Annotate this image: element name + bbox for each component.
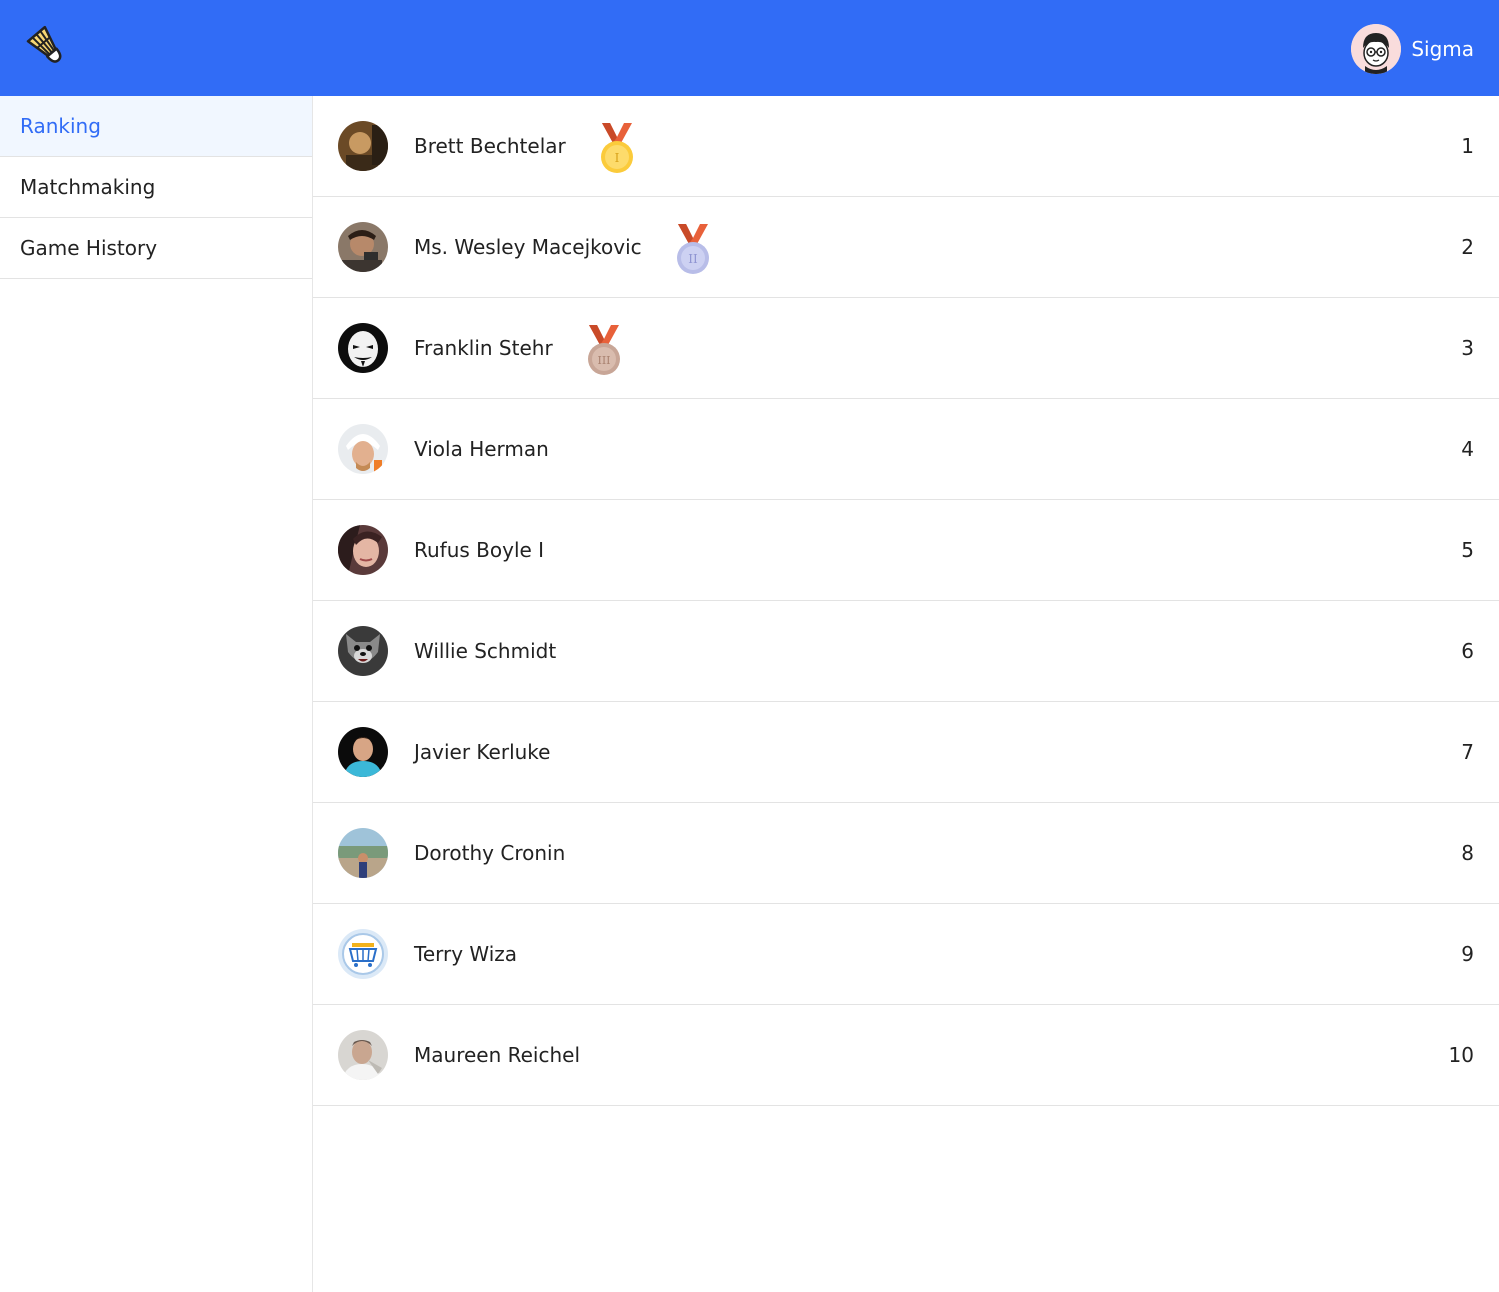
user-name: Sigma [1411,37,1474,61]
rank-number: 8 [1461,841,1474,865]
list-item[interactable]: Maureen Reichel 10 [313,1005,1499,1106]
bronze-medal-icon: III [587,325,620,375]
avatar [338,828,388,878]
avatar [338,525,388,575]
sidebar-item-ranking[interactable]: Ranking [0,96,312,157]
rank-number: 1 [1461,134,1474,158]
list-item[interactable]: Dorothy Cronin 8 [313,803,1499,904]
player-name: Willie Schmidt [414,639,557,663]
rank-number: 4 [1461,437,1474,461]
sidebar-item-game-history[interactable]: Game History [0,218,312,279]
avatar [338,121,388,171]
avatar [338,929,388,979]
player-name: Maureen Reichel [414,1043,581,1067]
player-name: Ms. Wesley Macejkovic [414,235,642,259]
list-item[interactable]: Terry Wiza 9 [313,904,1499,1005]
rank-number: 2 [1461,235,1474,259]
rank-number: 10 [1448,1043,1474,1067]
top-bar: Sigma [0,0,1499,96]
svg-text:II: II [688,252,698,266]
shuttlecock-icon[interactable] [24,24,72,72]
player-name: Terry Wiza [414,942,518,966]
list-item[interactable]: Rufus Boyle I 5 [313,500,1499,601]
list-item[interactable]: Viola Herman 4 [313,399,1499,500]
sidebar-item-matchmaking[interactable]: Matchmaking [0,157,312,218]
player-name: Javier Kerluke [414,740,551,764]
svg-text:I: I [614,151,619,165]
list-item[interactable]: Franklin Stehr III 3 [313,298,1499,399]
player-name: Viola Herman [414,437,549,461]
list-item[interactable]: Ms. Wesley Macejkovic II 2 [313,197,1499,298]
player-name: Franklin Stehr [414,336,553,360]
silver-medal-icon: II [676,224,709,274]
avatar [338,424,388,474]
player-name: Dorothy Cronin [414,841,566,865]
ranking-list: Brett Bechtelar I 1 Ms. Wesley Macejkovi… [313,96,1499,1106]
svg-text:III: III [597,354,610,367]
avatar [1351,24,1402,74]
rank-number: 5 [1461,538,1474,562]
user-menu[interactable]: Sigma [1351,24,1474,74]
rank-number: 7 [1461,740,1474,764]
sidebar: Ranking Matchmaking Game History [0,96,313,1292]
rank-number: 9 [1461,942,1474,966]
gold-medal-icon: I [600,123,633,173]
list-item[interactable]: Javier Kerluke 7 [313,702,1499,803]
avatar [338,626,388,676]
avatar [338,1030,388,1080]
list-item[interactable]: Brett Bechtelar I 1 [313,96,1499,197]
rank-number: 6 [1461,639,1474,663]
avatar [338,323,388,373]
player-name: Brett Bechtelar [414,134,566,158]
list-item[interactable]: Willie Schmidt 6 [313,601,1499,702]
avatar [338,727,388,777]
player-name: Rufus Boyle I [414,538,545,562]
rank-number: 3 [1461,336,1474,360]
avatar [338,222,388,272]
